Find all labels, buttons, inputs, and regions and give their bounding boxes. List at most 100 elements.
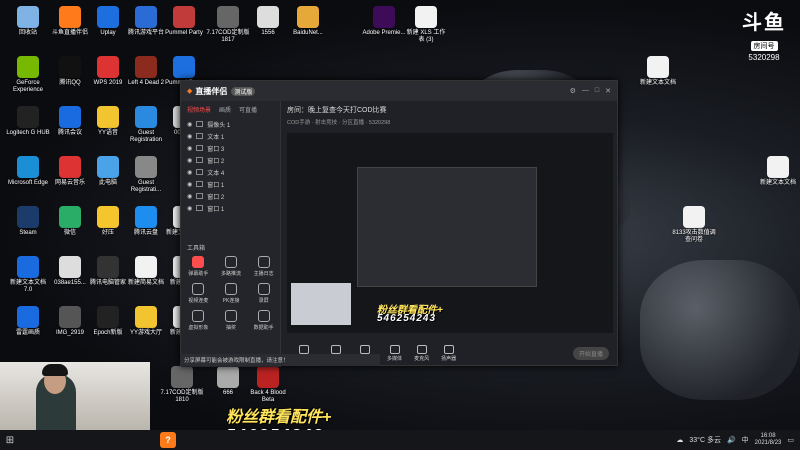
desktop-icon[interactable]: 1556 <box>246 6 290 37</box>
tool-item[interactable]: 主播日志 <box>248 256 279 277</box>
warning-tip: 分享屏幕可能会被游戏限制直播，请注意！ <box>180 354 380 366</box>
start-icon[interactable]: ⊞ <box>0 430 20 450</box>
desktop-icon[interactable]: BaiduNet... <box>286 6 330 37</box>
toolbox-title: 工具箱 <box>187 246 206 252</box>
desktop-icon[interactable]: Microsoft Edge <box>6 156 50 187</box>
eye-icon[interactable]: ◉ <box>187 121 192 128</box>
stream-preview[interactable]: 粉丝群看配件+ 546254243 <box>287 133 613 333</box>
source-item[interactable]: ◉ 窗口 1 <box>181 178 280 190</box>
control-button[interactable]: 扬声器 <box>441 344 456 362</box>
settings-icon[interactable]: ⚙ <box>570 87 576 95</box>
scene-sidebar: 视频场景 画质 可直播 ◉ 摄像头 1 ◉ 文本 1 ◉ 窗口 3 ◉ 窗口 2 ◉ 文本 4 ◉ 窗口 … <box>181 101 281 367</box>
source-item[interactable]: ◉ 窗口 1 <box>181 202 280 214</box>
desktop-icon[interactable]: 7.17COD定制版1817 <box>206 6 250 44</box>
tool-label: 主播日志 <box>253 271 274 277</box>
close-icon[interactable]: ✕ <box>605 87 611 95</box>
eye-icon[interactable]: ◉ <box>187 181 192 188</box>
desktop-icon[interactable]: 回收站 <box>6 6 50 37</box>
app-icon <box>173 56 195 78</box>
source-item[interactable]: ◉ 文本 4 <box>181 166 280 178</box>
taskbar: ⊞ ? ☁ 33°C 多云 🔊 中 16:08 2021/8/23 ▭ <box>0 430 800 450</box>
tool-icon <box>224 256 237 268</box>
desktop-icon[interactable]: 8133攻击数值调查问卷 <box>672 206 716 244</box>
tool-item[interactable]: 视频连麦 <box>183 283 214 304</box>
desktop-icon[interactable]: Logitech G HUB <box>6 106 50 137</box>
desktop-icon[interactable]: Pummel Party <box>162 6 206 37</box>
control-label: 多媒体 <box>387 355 403 362</box>
clock[interactable]: 16:08 2021/8/23 <box>755 433 782 447</box>
nested-preview <box>357 167 537 287</box>
app-icon <box>683 206 705 228</box>
desktop-icon[interactable]: 新建文本文档 <box>756 156 800 187</box>
desktop-icon[interactable]: 666 <box>206 366 250 397</box>
source-item[interactable]: ◉ 窗口 2 <box>181 154 280 166</box>
input-lang[interactable]: 中 <box>742 435 749 445</box>
maximize-icon[interactable]: □ <box>595 87 599 95</box>
source-item[interactable]: ◉ 文本 1 <box>181 130 280 142</box>
tool-label: 录屏 <box>258 298 269 304</box>
eye-icon[interactable]: ◉ <box>187 157 192 164</box>
source-type-icon <box>196 193 204 199</box>
tool-item[interactable]: 录屏 <box>248 283 279 304</box>
minimize-icon[interactable]: — <box>582 87 589 95</box>
control-button[interactable]: 多媒体 <box>387 344 403 362</box>
tool-label: 多路推流 <box>220 271 241 277</box>
app-icon <box>135 306 157 328</box>
control-button[interactable]: 麦克风 <box>414 344 429 362</box>
app-titlebar[interactable]: ◆ 直播伴侣 测试版 ⚙ — □ ✕ <box>181 81 617 101</box>
eye-icon[interactable]: ◉ <box>187 205 192 212</box>
tool-item[interactable]: 虚拟形象 <box>183 310 214 331</box>
desktop-icon[interactable]: Back 4 Blood Beta <box>246 366 290 404</box>
eye-icon[interactable]: ◉ <box>187 133 192 140</box>
desktop-icon[interactable]: 7.17COD定制版1810 <box>160 366 204 404</box>
app-icon <box>59 6 81 28</box>
app-icon <box>97 56 119 78</box>
weather-icon[interactable]: ☁ <box>676 436 683 444</box>
sidebar-tab[interactable]: 画质 <box>219 105 231 114</box>
source-item[interactable]: ◉ 摄像头 1 <box>181 118 280 130</box>
room-title[interactable]: 房间：晚上复查今天打COD比赛 <box>287 105 613 115</box>
tool-label: 虚拟形象 <box>188 325 209 331</box>
tool-item[interactable]: PK连接 <box>216 283 247 304</box>
desktop-icon[interactable]: 雷霆画质 <box>6 306 50 337</box>
source-type-icon <box>196 181 204 187</box>
eye-icon[interactable]: ◉ <box>187 145 192 152</box>
desktop-icon[interactable]: Steam <box>6 206 50 237</box>
source-item[interactable]: ◉ 窗口 3 <box>181 142 280 154</box>
app-icon <box>97 156 119 178</box>
desktop-icon-label: 新建 XLS 工作表 (3) <box>406 30 446 43</box>
desktop-icon-label: 7.17COD定制版1817 <box>206 30 250 43</box>
tool-item[interactable]: 多路推流 <box>216 256 247 277</box>
notification-icon[interactable]: ▭ <box>787 436 794 444</box>
app-icon <box>59 256 81 278</box>
tool-item[interactable]: 弹幕助手 <box>183 256 214 277</box>
sidebar-tab[interactable]: 可直播 <box>239 105 257 114</box>
source-list: ◉ 摄像头 1 ◉ 文本 1 ◉ 窗口 3 ◉ 窗口 2 ◉ 文本 4 ◉ 窗口 1 ◉ 窗口 2 ◉ 窗口 … <box>181 118 280 214</box>
app-icon <box>17 6 39 28</box>
eye-icon[interactable]: ◉ <box>187 193 192 200</box>
sidebar-tab[interactable]: 视频场景 <box>187 105 211 114</box>
streaming-app-window[interactable]: ◆ 直播伴侣 测试版 ⚙ — □ ✕ 视频场景 画质 可直播 ◉ 摄像头 1 ◉ 文本 1… <box>180 80 618 367</box>
volume-icon[interactable]: 🔊 <box>727 436 736 444</box>
app-icon <box>17 256 39 278</box>
source-item[interactable]: ◉ 窗口 2 <box>181 190 280 202</box>
eye-icon[interactable]: ◉ <box>187 169 192 176</box>
go-live-button[interactable]: 开始直播 <box>572 346 609 360</box>
douyu-watermark: 斗鱼 房间号 5320298 <box>734 6 794 62</box>
app-icon <box>17 56 39 78</box>
control-icon <box>298 344 309 354</box>
desktop-icon-label: 1556 <box>261 30 275 36</box>
desktop-icon[interactable]: 新建文本文档 <box>636 56 680 87</box>
source-label: 文本 1 <box>207 134 225 141</box>
tool-item[interactable]: 数据助手 <box>248 310 279 331</box>
desktop-icon[interactable]: 新建文本文档7.0 <box>6 256 50 294</box>
taskbar-douyu-icon[interactable]: ? <box>160 432 176 448</box>
desktop-icon[interactable]: GeForce Experience <box>6 56 50 94</box>
desktop-icon-label: Back 4 Blood Beta <box>250 390 286 403</box>
tool-item[interactable]: 抽奖 <box>216 310 247 331</box>
app-icon <box>17 206 39 228</box>
weather-text[interactable]: 33°C 多云 <box>689 435 721 445</box>
desktop-icon[interactable]: 新建 XLS 工作表 (3) <box>404 6 448 44</box>
desktop-icon[interactable]: Guest Registrati... <box>124 156 168 194</box>
desktop-icon[interactable]: Adobe Premie... <box>362 6 406 37</box>
